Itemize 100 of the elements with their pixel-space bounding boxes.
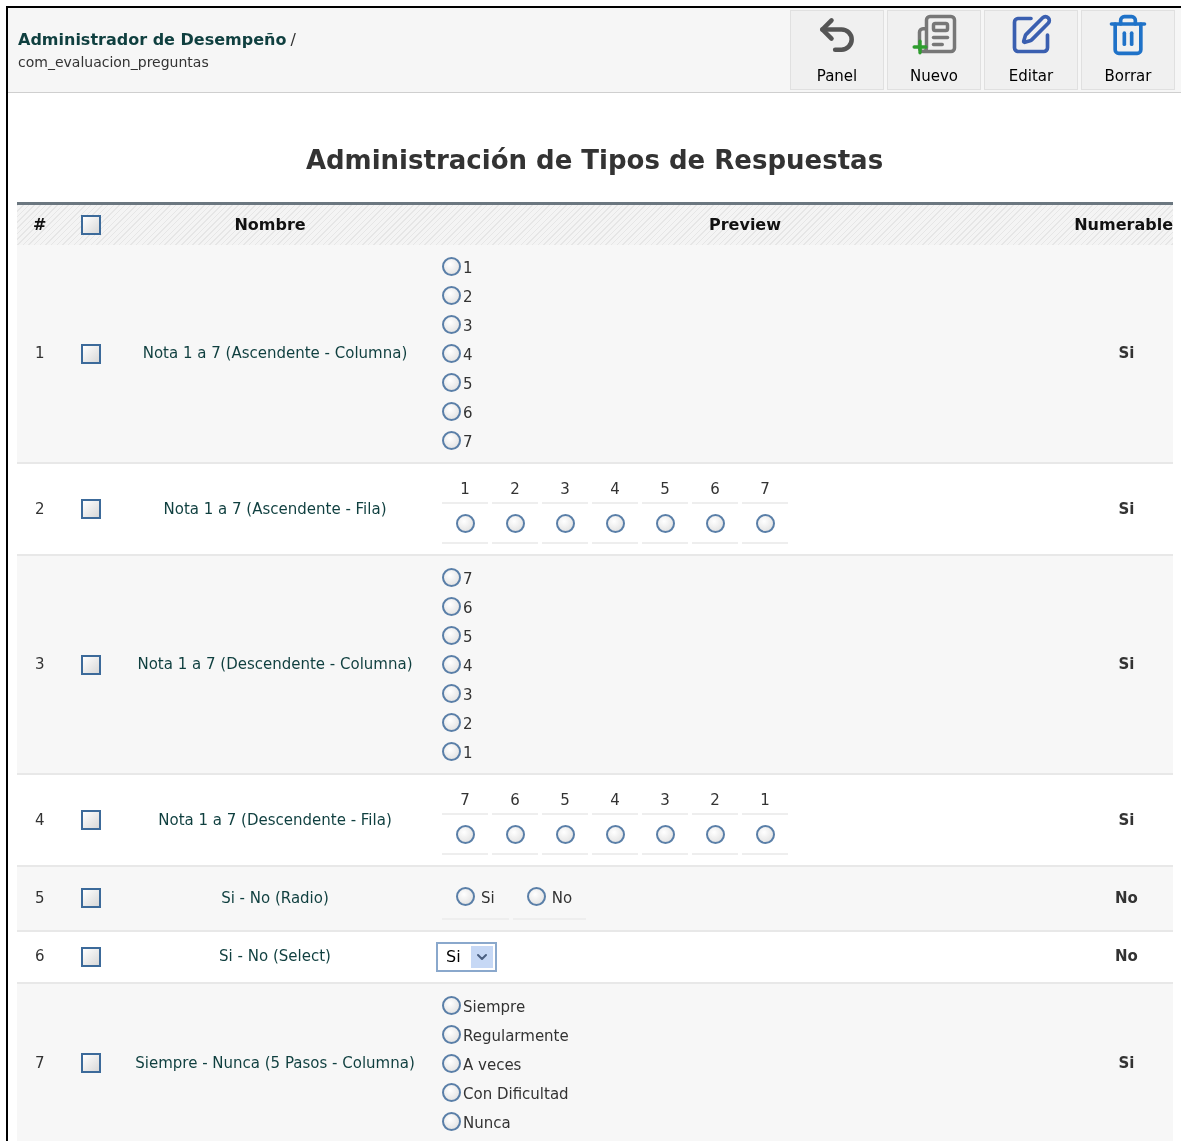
option-label: 7	[442, 785, 488, 815]
radio-button[interactable]	[442, 1053, 461, 1073]
radio-button[interactable]	[442, 1082, 461, 1102]
option-label: Nunca	[463, 1115, 511, 1131]
option-label: 1	[463, 746, 473, 761]
radio-button[interactable]	[605, 824, 625, 844]
checkbox[interactable]	[81, 499, 101, 519]
radio-button[interactable]	[442, 286, 461, 305]
option-label: 6	[492, 785, 538, 815]
toolbar-button[interactable]: Nuevo	[887, 10, 981, 90]
radio-button[interactable]	[442, 995, 461, 1015]
radio-button[interactable]	[442, 257, 461, 276]
option-label: 5	[463, 630, 473, 645]
option-label: 7	[742, 474, 788, 504]
toolbar-button[interactable]: Panel	[790, 10, 884, 90]
toolbar-button[interactable]: Borrar	[1081, 10, 1175, 90]
option-label: 7	[463, 572, 473, 587]
numerable-value: Si	[1117, 343, 1136, 365]
radio-button[interactable]	[555, 824, 575, 844]
radio-button[interactable]	[455, 824, 475, 844]
radio-button[interactable]	[442, 568, 461, 587]
radio-button[interactable]	[442, 1111, 461, 1131]
toolbar-button[interactable]: Editar	[984, 10, 1078, 90]
radio-button[interactable]	[755, 824, 775, 844]
row-name: Si - No (Select)	[218, 946, 332, 968]
option-label: Regularmente	[463, 1028, 569, 1044]
column-header: Nombre	[233, 214, 307, 236]
checkbox[interactable]	[81, 946, 101, 967]
option-label: 1	[742, 785, 788, 815]
option-label: 2	[463, 717, 473, 732]
option-label: Siempre	[463, 999, 526, 1015]
row-number: 5	[34, 888, 46, 909]
option-label: 7	[463, 435, 473, 450]
radio-button[interactable]	[442, 597, 461, 616]
row-name: Si - No (Radio)	[220, 888, 330, 909]
option-label: 3	[642, 785, 688, 815]
numerable-value: Si	[1117, 498, 1136, 520]
radio-button[interactable]	[442, 344, 461, 363]
checkbox[interactable]	[81, 343, 101, 364]
option-label: 4	[463, 348, 473, 363]
radio-button[interactable]	[655, 824, 675, 844]
option-label: A veces	[463, 1057, 522, 1073]
radio-button[interactable]	[442, 655, 461, 674]
radio-button[interactable]	[442, 1024, 461, 1044]
radio-button[interactable]	[456, 886, 475, 906]
radio-button[interactable]	[442, 684, 461, 703]
radio-button[interactable]	[442, 315, 461, 334]
row-number: 1	[34, 343, 46, 365]
row-number: 2	[34, 498, 46, 520]
row-name: Nota 1 a 7 (Descendente - Columna)	[136, 654, 414, 676]
option-label: 3	[463, 319, 473, 334]
component-subtitle: com_evaluacion_preguntas	[18, 53, 210, 72]
radio-button[interactable]	[442, 742, 461, 761]
radio-button[interactable]	[442, 373, 461, 392]
numerable-value: No	[1114, 946, 1139, 968]
dropdown-caret-icon	[470, 945, 493, 968]
row-number: 4	[34, 809, 46, 831]
option-label: No	[551, 888, 573, 909]
column-header: Preview	[708, 214, 782, 236]
option-label: 6	[463, 406, 473, 421]
radio-button[interactable]	[705, 824, 725, 844]
checkbox[interactable]	[81, 888, 101, 909]
option-label: 2	[463, 290, 473, 305]
option-label: 6	[692, 474, 738, 504]
radio-button[interactable]	[442, 713, 461, 732]
checkbox[interactable]	[81, 810, 101, 830]
newspaper-plus-icon	[910, 13, 958, 57]
radio-button[interactable]	[655, 513, 675, 533]
checkbox[interactable]	[81, 654, 101, 675]
row-number: 7	[34, 1052, 46, 1074]
radio-button[interactable]	[505, 824, 525, 844]
numerable-value: Si	[1117, 809, 1136, 831]
numerable-value: No	[1114, 888, 1139, 909]
radio-button[interactable]	[555, 513, 575, 533]
option-label: 4	[592, 474, 638, 504]
option-label: 2	[692, 785, 738, 815]
radio-button[interactable]	[505, 513, 525, 533]
row-number: 6	[34, 946, 46, 968]
row-name: Nota 1 a 7 (Descendente - Fila)	[157, 809, 393, 831]
breadcrumb-separator: /	[290, 29, 296, 51]
option-label: 3	[463, 688, 473, 703]
option-label: 1	[442, 474, 488, 504]
checkbox[interactable]	[81, 1053, 101, 1073]
select-dropdown[interactable]: Si	[436, 941, 497, 972]
row-number: 3	[34, 654, 46, 676]
option-label: 2	[492, 474, 538, 504]
radio-button[interactable]	[442, 431, 461, 450]
radio-button[interactable]	[455, 513, 475, 533]
radio-button[interactable]	[605, 513, 625, 533]
option-label: Con Dificultad	[463, 1086, 569, 1102]
radio-button[interactable]	[755, 513, 775, 533]
checkbox[interactable]	[81, 215, 101, 235]
radio-button[interactable]	[442, 402, 461, 421]
option-label: 4	[592, 785, 638, 815]
radio-button[interactable]	[442, 626, 461, 645]
option-label: 5	[463, 377, 473, 392]
column-header: #	[32, 214, 48, 236]
component-title: Administrador de Desempeño	[18, 29, 287, 51]
radio-button[interactable]	[526, 886, 546, 906]
radio-button[interactable]	[705, 513, 725, 533]
